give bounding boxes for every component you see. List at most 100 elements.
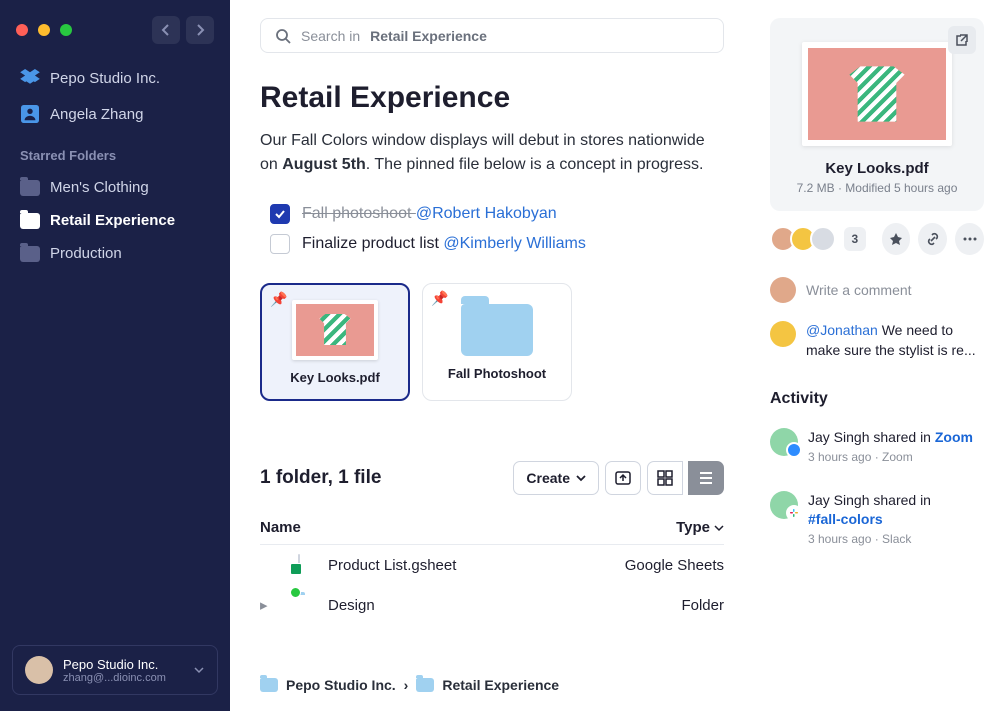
pin-button[interactable] [882,223,911,255]
activity-text: Jay Singh shared in [808,429,935,445]
sidebar-item-label: Production [50,245,122,262]
close-window-dot[interactable] [16,24,28,36]
row-name: Design [328,597,594,614]
task-row: Fall photoshoot @Robert Hakobyan [270,199,724,229]
more-button[interactable] [955,223,984,255]
card-fall-photoshoot[interactable]: 📌 Fall Photoshoot [422,283,572,401]
task-list: Fall photoshoot @Robert Hakobyan Finaliz… [270,199,724,259]
search-icon [275,28,291,44]
account-name: Pepo Studio Inc. [63,657,183,672]
row-type: Folder [594,597,724,614]
create-button[interactable]: Create [513,461,599,495]
activity-link[interactable]: Zoom [935,429,973,445]
link-button[interactable] [918,223,947,255]
comment: @Jonathan We need to make sure the styli… [770,321,984,360]
page-title: Retail Experience [260,81,724,115]
breadcrumb-item[interactable]: Retail Experience [442,677,559,693]
grid-icon [657,470,673,486]
more-icon [963,237,977,241]
col-type[interactable]: Type [594,519,724,536]
window-titlebar [0,16,230,60]
file-thumbnail [292,300,378,360]
pin-icon: 📌 [270,291,287,308]
col-name[interactable]: Name [260,519,594,536]
pinned-cards: 📌 Key Looks.pdf 📌 Fall Photoshoot [260,283,724,401]
row-name: Product List.gsheet [328,557,594,574]
open-external-icon [955,33,969,47]
chevron-down-icon [193,664,205,676]
folder-icon [20,213,40,229]
comment-input[interactable]: Write a comment [770,277,984,303]
card-label: Key Looks.pdf [290,370,380,385]
avatar [770,428,798,456]
task-checkbox[interactable] [270,204,290,224]
card-key-looks[interactable]: 📌 Key Looks.pdf [260,283,410,401]
task-text: Finalize product list [302,235,443,252]
file-preview: Key Looks.pdf 7.2 MB · Modified 5 hours … [770,18,984,211]
page-description: Our Fall Colors window displays will deb… [260,129,724,177]
account-switcher[interactable]: Pepo Studio Inc. zhang@...dioinc.com [12,645,218,695]
sidebar-item-production[interactable]: Production [0,237,230,270]
pin-icon [889,232,903,246]
task-checkbox[interactable] [270,234,290,254]
account-email: zhang@...dioinc.com [63,672,183,684]
task-mention[interactable]: @Robert Hakobyan [416,205,557,222]
avatar [770,321,796,347]
folder-icon [20,246,40,262]
maximize-window-dot[interactable] [60,24,72,36]
folder-icon [260,678,278,692]
activity-link[interactable]: #fall-colors [808,511,883,527]
breadcrumb-item[interactable]: Pepo Studio Inc. [286,677,396,693]
transfer-icon [614,469,632,487]
row-type: Google Sheets [594,557,724,574]
avatar [810,226,836,252]
breadcrumb-separator: › [404,677,409,693]
view-list-button[interactable] [688,461,724,495]
folder-icon [416,678,434,692]
folder-icon [20,180,40,196]
task-mention[interactable]: @Kimberly Williams [443,235,585,252]
table-header: Name Type [260,511,724,545]
activity-text: Jay Singh shared in [808,492,931,508]
preview-thumbnail [802,42,952,146]
sidebar-org[interactable]: Pepo Studio Inc. [0,60,230,96]
slack-badge-icon [786,505,802,521]
more-count[interactable]: 3 [844,227,866,251]
link-icon [926,232,940,246]
sidebar-section-starred: Starred Folders [0,132,230,171]
open-external-button[interactable] [948,26,976,54]
sidebar-item-retail-experience[interactable]: Retail Experience [0,204,230,237]
chevron-down-icon [576,473,586,483]
activity-item[interactable]: Jay Singh shared in Zoom 3 hours ago · Z… [770,428,984,465]
table-row[interactable]: ▸ Design Folder [260,585,724,625]
sidebar-item-mens-clothing[interactable]: Men's Clothing [0,171,230,204]
folder-thumbnail [461,304,533,356]
file-actions: 3 [770,223,984,255]
search-bar[interactable]: Search in Retail Experience [260,18,724,53]
sidebar-user[interactable]: Angela Zhang [0,96,230,132]
details-panel: Key Looks.pdf 7.2 MB · Modified 5 hours … [754,0,1000,711]
nav-back-button[interactable] [152,16,180,44]
dropbox-icon [20,68,40,88]
breadcrumb: Pepo Studio Inc. › Retail Experience [260,661,724,701]
user-icon [20,104,40,124]
avatar [25,656,53,684]
chevron-right-icon [194,24,206,36]
view-grid-button[interactable] [647,461,683,495]
comment-mention[interactable]: @Jonathan [806,322,878,338]
shared-avatars[interactable] [770,226,836,252]
card-label: Fall Photoshoot [448,366,546,381]
table-row[interactable]: Product List.gsheet Google Sheets [260,545,724,585]
avatar [770,277,796,303]
search-context: Retail Experience [370,28,487,44]
minimize-window-dot[interactable] [38,24,50,36]
listing-summary: 1 folder, 1 file [260,467,513,489]
activity-item[interactable]: Jay Singh shared in #fall-colors 3 hours… [770,491,984,547]
nav-forward-button[interactable] [186,16,214,44]
sidebar-org-label: Pepo Studio Inc. [50,70,160,87]
gsheet-icon [298,555,318,575]
transfer-button[interactable] [605,461,641,495]
expand-toggle[interactable]: ▸ [260,596,276,614]
activity-meta: 3 hours ago · Slack [808,531,931,547]
list-icon [698,470,714,486]
